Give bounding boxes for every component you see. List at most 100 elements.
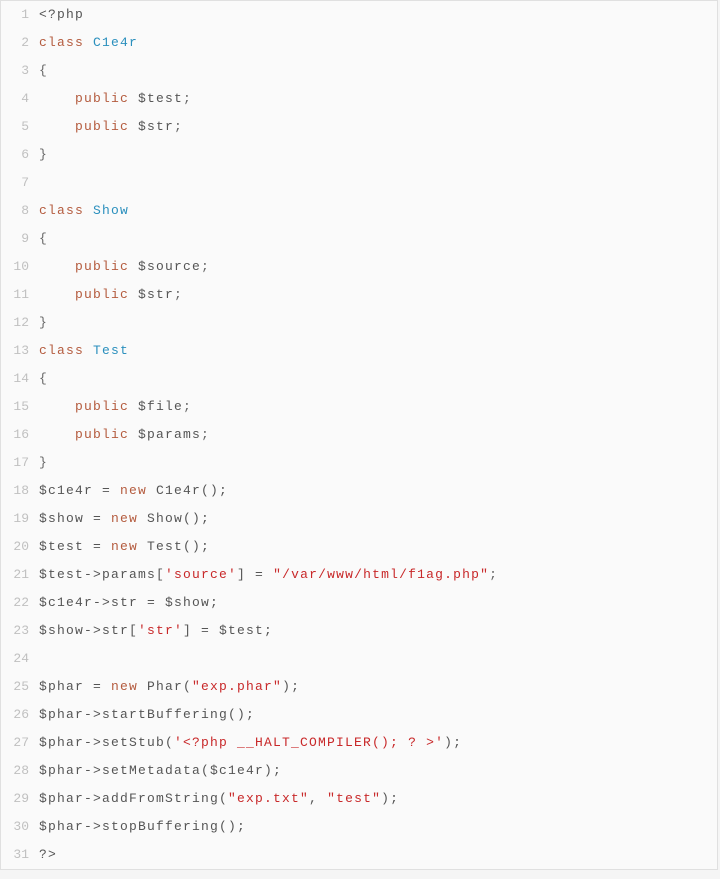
code-token: ; <box>174 119 183 134</box>
code-line: public $str; <box>39 281 498 309</box>
line-number: 18 <box>1 477 29 505</box>
line-number: 22 <box>1 589 29 617</box>
code-token: $c1e4r->str = $show; <box>39 595 219 610</box>
line-number: 31 <box>1 841 29 869</box>
code-token: class <box>39 203 93 218</box>
code-line: { <box>39 57 498 85</box>
line-number: 21 <box>1 561 29 589</box>
code-token: $phar = <box>39 679 111 694</box>
code-line: } <box>39 309 498 337</box>
code-token <box>39 427 75 442</box>
code-token: } <box>39 147 48 162</box>
line-number: 8 <box>1 197 29 225</box>
code-token: ; <box>183 399 192 414</box>
code-token: $params <box>138 427 201 442</box>
code-content: <?phpclass C1e4r{ public $test; public $… <box>35 1 498 869</box>
code-token: C1e4r(); <box>156 483 228 498</box>
code-token: new <box>111 539 147 554</box>
code-token: $phar->startBuffering(); <box>39 707 255 722</box>
code-line: $phar->startBuffering(); <box>39 701 498 729</box>
code-token: class <box>39 343 93 358</box>
code-token: public <box>75 259 138 274</box>
code-token: ?> <box>39 847 57 862</box>
line-number: 10 <box>1 253 29 281</box>
line-number: 17 <box>1 449 29 477</box>
code-token: ; <box>489 567 498 582</box>
line-number: 28 <box>1 757 29 785</box>
code-token: ] = <box>237 567 273 582</box>
code-token: $phar->addFromString( <box>39 791 228 806</box>
code-line: } <box>39 141 498 169</box>
line-number: 4 <box>1 85 29 113</box>
code-line: $show->str['str'] = $test; <box>39 617 498 645</box>
code-token: $show = <box>39 511 111 526</box>
code-token: } <box>39 315 48 330</box>
line-number: 2 <box>1 29 29 57</box>
code-line: $c1e4r = new C1e4r(); <box>39 477 498 505</box>
code-line: public $source; <box>39 253 498 281</box>
code-token: public <box>75 91 138 106</box>
code-token: , <box>309 791 327 806</box>
line-number: 5 <box>1 113 29 141</box>
code-token: { <box>39 231 48 246</box>
code-token: public <box>75 287 138 302</box>
code-token: $test->params[ <box>39 567 165 582</box>
code-line: <?php <box>39 1 498 29</box>
code-token: $phar->stopBuffering(); <box>39 819 246 834</box>
code-token: ] = $test; <box>183 623 273 638</box>
line-number: 13 <box>1 337 29 365</box>
code-token: $str <box>138 287 174 302</box>
code-token: { <box>39 63 48 78</box>
code-token: class <box>39 35 93 50</box>
code-token: } <box>39 455 48 470</box>
code-token: 'source' <box>165 567 237 582</box>
code-line <box>39 645 498 673</box>
line-number: 1 <box>1 1 29 29</box>
line-number: 19 <box>1 505 29 533</box>
code-line: $test->params['source'] = "/var/www/html… <box>39 561 498 589</box>
line-number: 24 <box>1 645 29 673</box>
code-token: Test <box>93 343 129 358</box>
code-token: "test" <box>327 791 381 806</box>
code-line: class Test <box>39 337 498 365</box>
line-number: 29 <box>1 785 29 813</box>
code-token: new <box>111 511 147 526</box>
code-line: public $test; <box>39 85 498 113</box>
line-number: 23 <box>1 617 29 645</box>
code-token <box>39 91 75 106</box>
code-line: public $params; <box>39 421 498 449</box>
code-token: ; <box>183 91 192 106</box>
code-token: "/var/www/html/f1ag.php" <box>273 567 489 582</box>
code-token: <?php <box>39 7 84 22</box>
code-token <box>39 399 75 414</box>
code-line: $show = new Show(); <box>39 505 498 533</box>
code-token: new <box>111 679 147 694</box>
code-line: ?> <box>39 841 498 869</box>
line-number: 15 <box>1 393 29 421</box>
code-line: $phar->setStub('<?php __HALT_COMPILER();… <box>39 729 498 757</box>
line-number: 25 <box>1 673 29 701</box>
line-number: 30 <box>1 813 29 841</box>
code-token: $test = <box>39 539 111 554</box>
code-token: 'str' <box>138 623 183 638</box>
code-token: public <box>75 399 138 414</box>
code-token: Phar( <box>147 679 192 694</box>
code-token: { <box>39 371 48 386</box>
line-number: 9 <box>1 225 29 253</box>
line-number: 27 <box>1 729 29 757</box>
code-line: public $file; <box>39 393 498 421</box>
code-token: "exp.txt" <box>228 791 309 806</box>
code-line: { <box>39 225 498 253</box>
code-token: $phar->setStub( <box>39 735 174 750</box>
code-line: $phar = new Phar("exp.phar"); <box>39 673 498 701</box>
code-token: $c1e4r = <box>39 483 120 498</box>
code-token: ; <box>174 287 183 302</box>
code-line: $test = new Test(); <box>39 533 498 561</box>
line-number: 3 <box>1 57 29 85</box>
code-token: $file <box>138 399 183 414</box>
line-number: 7 <box>1 169 29 197</box>
line-number: 12 <box>1 309 29 337</box>
code-line: $c1e4r->str = $show; <box>39 589 498 617</box>
code-block: 1234567891011121314151617181920212223242… <box>0 0 718 870</box>
code-line: { <box>39 365 498 393</box>
